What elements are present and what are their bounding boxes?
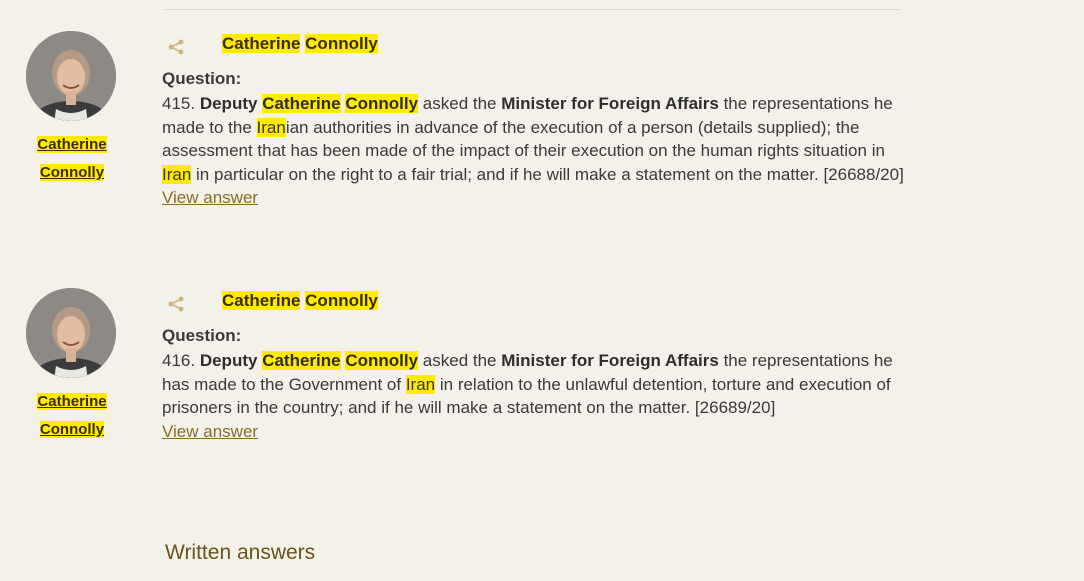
view-answer-link[interactable]: View answer: [162, 420, 258, 444]
question-label: Question:: [162, 326, 242, 345]
deputy-word: Deputy: [199, 94, 258, 113]
highlight-iran: Iran: [162, 164, 192, 184]
member-name-line2[interactable]: Connolly: [39, 421, 105, 438]
member-name-link[interactable]: Catherine Connolly: [22, 131, 122, 187]
minister-name: Minister for Foreign Affairs: [501, 94, 719, 113]
highlight-iran: Iran: [256, 117, 286, 137]
minister-name: Minister for Foreign Affairs: [501, 351, 719, 370]
share-icon[interactable]: [167, 294, 185, 312]
section-heading-written-answers: Written answers: [165, 541, 316, 564]
question-text: 416. Deputy Catherine Connolly asked the…: [162, 349, 907, 443]
deputy-last-name: Connolly: [345, 94, 419, 113]
member-name-link[interactable]: Catherine Connolly: [22, 388, 122, 444]
question-number: 416.: [162, 351, 196, 370]
top-divider: [165, 9, 900, 10]
asked-text: asked the: [422, 351, 497, 370]
member-name-line1[interactable]: Catherine: [37, 393, 107, 410]
question-number: 415.: [162, 94, 196, 113]
highlight-iran: Iran: [405, 374, 436, 394]
heading-first-name: Catherine: [222, 34, 301, 53]
view-answer-link[interactable]: View answer: [162, 186, 258, 210]
deputy-last-name: Connolly: [345, 351, 419, 370]
asked-text: asked the: [422, 94, 497, 113]
question-text: 415. Deputy Catherine Connolly asked the…: [162, 92, 907, 210]
member-name-line1[interactable]: Catherine: [37, 136, 107, 153]
heading-first-name: Catherine: [222, 291, 301, 310]
member-name-line2[interactable]: Connolly: [39, 164, 105, 181]
deputy-first-name: Catherine: [262, 351, 341, 370]
member-avatar[interactable]: [26, 31, 116, 121]
asker-heading[interactable]: Catherine Connolly: [222, 32, 378, 56]
asker-heading[interactable]: Catherine Connolly: [222, 289, 378, 313]
question-body-c: in particular on the right to a fair tri…: [196, 164, 904, 184]
question-label: Question:: [162, 69, 242, 88]
heading-last-name: Connolly: [305, 291, 378, 310]
member-avatar[interactable]: [26, 288, 116, 378]
share-icon[interactable]: [167, 37, 185, 55]
deputy-word: Deputy: [199, 351, 258, 370]
deputy-first-name: Catherine: [262, 94, 341, 113]
heading-last-name: Connolly: [305, 34, 378, 53]
